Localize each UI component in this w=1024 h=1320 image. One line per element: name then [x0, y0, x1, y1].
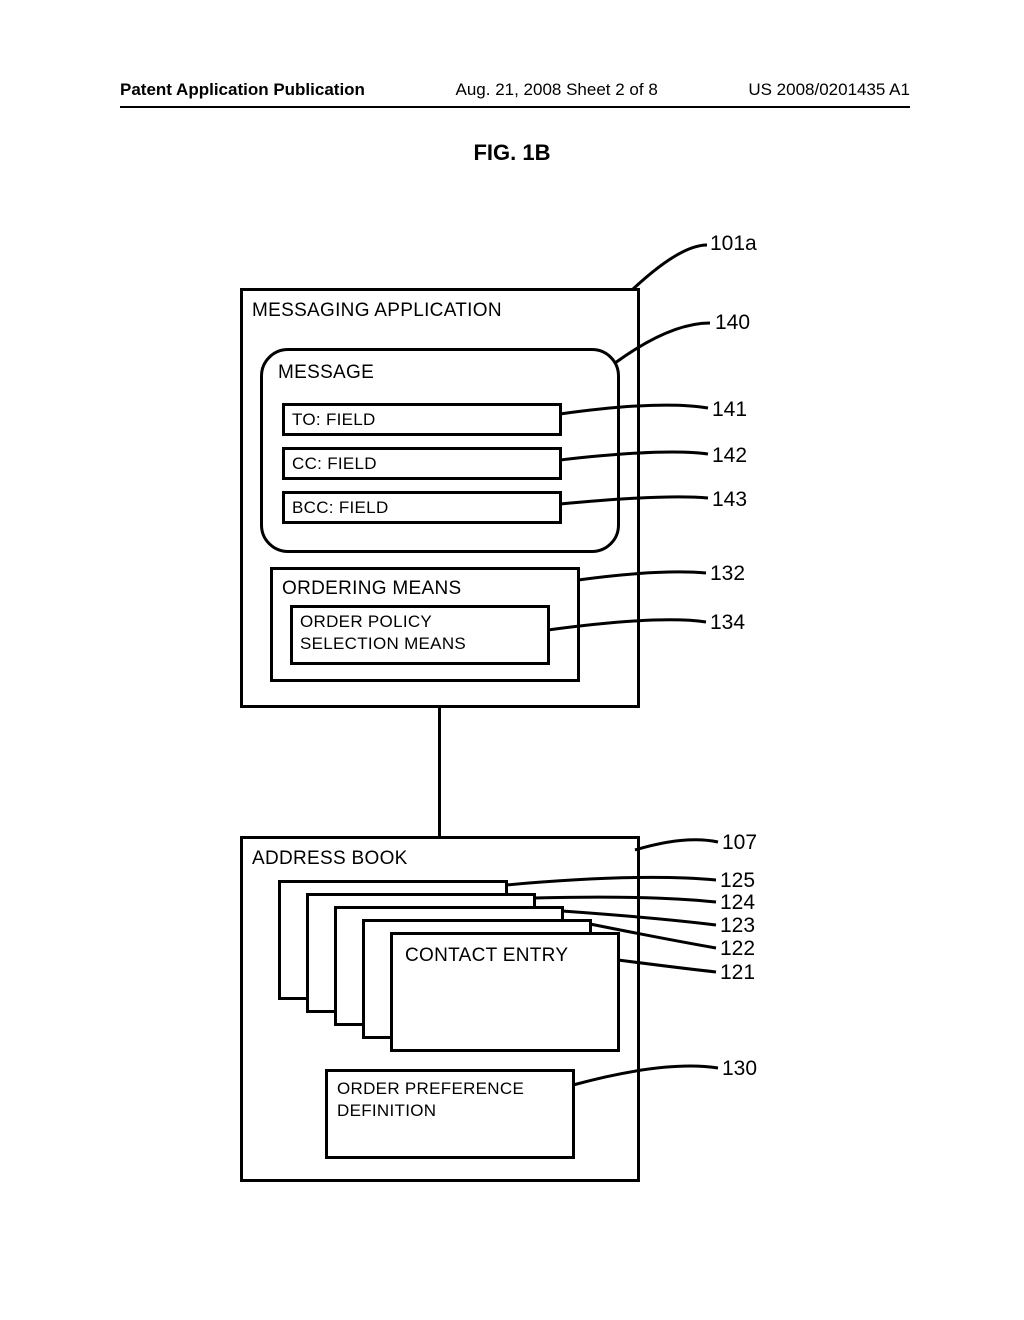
- refnum-125: 125: [720, 869, 755, 893]
- label-order-policy-l2: SELECTION MEANS: [300, 634, 466, 654]
- refnum-132: 132: [710, 562, 745, 586]
- label-order-policy-l1: ORDER POLICY: [300, 612, 432, 632]
- label-order-pref-l1: ORDER PREFERENCE: [337, 1079, 524, 1099]
- label-ordering-means: ORDERING MEANS: [282, 578, 461, 600]
- refnum-121: 121: [720, 961, 755, 985]
- refnum-140: 140: [715, 311, 750, 335]
- diagram-area: MESSAGING APPLICATION MESSAGE TO: FIELD …: [0, 0, 1024, 1320]
- refnum-142: 142: [712, 444, 747, 468]
- label-contact-entry: CONTACT ENTRY: [405, 945, 568, 967]
- connector-line: [438, 708, 441, 836]
- label-address-book: ADDRESS BOOK: [252, 848, 408, 870]
- label-bcc-field: BCC: FIELD: [292, 498, 389, 518]
- refnum-124: 124: [720, 891, 755, 915]
- label-cc-field: CC: FIELD: [292, 454, 377, 474]
- refnum-123: 123: [720, 914, 755, 938]
- label-message: MESSAGE: [278, 362, 374, 384]
- refnum-141: 141: [712, 398, 747, 422]
- refnum-134: 134: [710, 611, 745, 635]
- refnum-130: 130: [722, 1057, 757, 1081]
- label-messaging-application: MESSAGING APPLICATION: [252, 300, 502, 322]
- patent-figure-page: Patent Application Publication Aug. 21, …: [0, 0, 1024, 1320]
- label-order-pref-l2: DEFINITION: [337, 1101, 436, 1121]
- refnum-122: 122: [720, 937, 755, 961]
- label-to-field: TO: FIELD: [292, 410, 376, 430]
- refnum-101a: 101a: [710, 232, 757, 256]
- refnum-143: 143: [712, 488, 747, 512]
- refnum-107: 107: [722, 831, 757, 855]
